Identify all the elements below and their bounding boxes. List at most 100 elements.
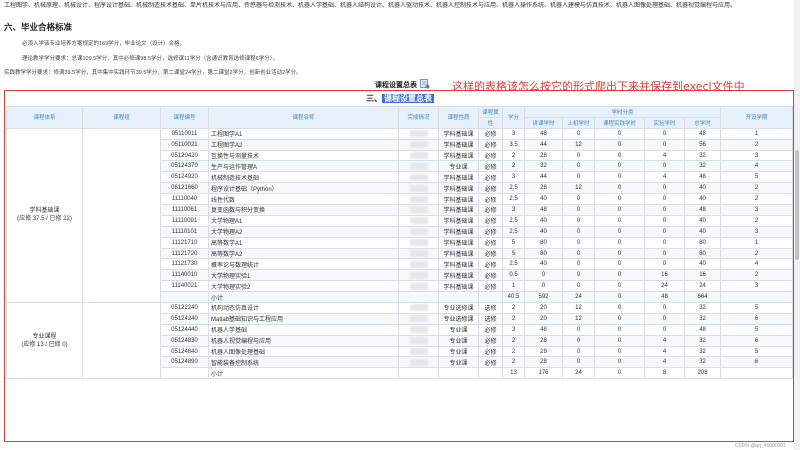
header-module[interactable]: 课程组 (82, 106, 161, 129)
cell-online: 0 (562, 280, 595, 293)
cell-code: 05124440 (160, 323, 209, 336)
cell-nature: 专业课 (438, 334, 479, 347)
cell-completion (398, 323, 439, 336)
cell-credits: 2.5 (502, 182, 525, 195)
group-module-cell (82, 127, 161, 304)
cell-lab: 0 (644, 225, 685, 238)
redacted-mark (409, 315, 428, 323)
cell-nature: 学科基础课 (438, 127, 479, 140)
cell-attr: 必修 (478, 334, 503, 347)
cell-lab: 0 (644, 193, 685, 206)
cell-completion (398, 367, 439, 380)
cell-online: 0 (562, 193, 595, 206)
header-nature[interactable]: 课程性质 (438, 106, 479, 129)
cell-code: 11110091 (160, 214, 209, 227)
cell-lecture: 592 (524, 291, 563, 304)
cell-code: 05124920 (160, 171, 209, 184)
cell-nature: 学科基础课 (438, 138, 479, 151)
cell-name: 复变函数与积分变换 (208, 204, 399, 216)
course-overview-label: 课程设置总表 (375, 82, 417, 89)
cell-lab: 4 (644, 356, 685, 369)
redacted-mark (409, 195, 428, 203)
header-category[interactable]: 课程体系 (6, 106, 83, 129)
scrollbar-thumb[interactable] (795, 150, 799, 260)
header-attr-top[interactable]: 课程属 (478, 106, 503, 118)
cell-attr: 必修 (478, 182, 503, 195)
cell-term: 2 (720, 182, 794, 195)
cell-code: 05124370 (160, 160, 209, 173)
cell-credits: 5 (502, 247, 525, 260)
cell-term: 6 (720, 356, 794, 369)
cell-attr: 必修 (478, 345, 503, 358)
header-total[interactable]: 总学时 (683, 116, 722, 129)
course-table: 课程体系 课程组 课程编号 课程名称 完成情况 课程性质 课程属 学分 学时分类… (6, 106, 794, 380)
requirement-line-3: 实践教学学分要求：修满39.5学分，其中集中实践环节39.5学分，第二课堂24学… (4, 70, 302, 76)
cell-practice: 0 (594, 367, 645, 380)
cell-lecture: 28 (524, 345, 563, 358)
cell-online: 0 (562, 334, 595, 347)
header-credits[interactable]: 学分 (502, 106, 525, 129)
cell-credits: 2 (502, 312, 525, 325)
header-lecture[interactable]: 讲课学时 (524, 116, 563, 129)
cell-code: 11121710 (160, 236, 209, 249)
cell-lecture: 0 (524, 269, 563, 282)
cell-total: 32 (683, 334, 722, 347)
cell-online: 24 (562, 367, 595, 380)
cell-code: 05124840 (160, 345, 209, 358)
cell-nature (438, 367, 479, 380)
cell-completion (398, 171, 439, 184)
cell-name: 小计 (208, 367, 399, 380)
cell-practice: 0 (594, 182, 645, 195)
cell-term: 1 (720, 236, 794, 249)
cell-credits: 3 (502, 171, 525, 184)
course-table-body: 学科基础课 (应修 37.5 / 已修 22) 05110011 工程图学A1 学科基础… (6, 127, 794, 380)
cell-completion (398, 280, 439, 293)
cell-name: 工程图学A1 (208, 127, 399, 140)
header-practice[interactable]: 课程实践学时 (594, 116, 645, 129)
cell-lecture: 44 (524, 138, 563, 151)
header-completion[interactable]: 完成情况 (398, 106, 439, 129)
table-title: 三、 课程设置总表 (366, 93, 434, 104)
cell-name: 大学物理实验2 (208, 280, 399, 293)
header-name[interactable]: 课程名称 (208, 106, 399, 129)
cell-code: 11140021 (160, 280, 209, 293)
group-credits: (应修 37.5 / 已修 22) (17, 216, 72, 223)
header-online[interactable]: 上机学时 (562, 116, 595, 129)
cell-online: 0 (562, 149, 595, 162)
header-lab[interactable]: 实验学时 (644, 116, 685, 129)
cell-nature: 专业选修课 (438, 302, 479, 314)
cell-credits: 2.5 (502, 258, 525, 271)
header-term[interactable]: 开设学期 (720, 106, 794, 129)
group-module-cell (82, 302, 161, 380)
cell-term: 4 (720, 258, 794, 271)
table-export-icon[interactable] (420, 79, 430, 89)
cell-name: Matlab基础知识与工程应用 (208, 312, 399, 325)
cell-lab: 16 (644, 269, 685, 282)
redacted-mark (409, 162, 428, 170)
cell-credits: 3 (502, 323, 525, 336)
cell-online: 0 (562, 258, 595, 271)
cell-completion (398, 204, 439, 216)
cell-credits: 0.5 (502, 269, 525, 282)
cell-nature: 学科基础课 (438, 225, 479, 238)
cell-nature: 学科基础课 (438, 149, 479, 162)
cell-lecture: 176 (524, 367, 563, 380)
redacted-mark (409, 249, 428, 257)
cell-online: 0 (562, 160, 595, 173)
header-code[interactable]: 课程编号 (160, 106, 209, 129)
cell-credits: 3 (502, 127, 525, 140)
header-attr-bottom[interactable]: 性 (478, 116, 503, 129)
cell-lab: 0 (644, 312, 685, 325)
redacted-mark (409, 326, 428, 334)
cell-nature: 学科基础课 (438, 280, 479, 293)
cell-attr: 必修 (478, 160, 503, 173)
cell-completion (398, 291, 439, 304)
cell-lab: 0 (644, 258, 685, 271)
cell-completion (398, 160, 439, 173)
cell-attr: 必修 (478, 258, 503, 271)
cell-code: 11140010 (160, 269, 209, 282)
cell-total: 40 (683, 182, 722, 195)
cell-total: 40 (683, 214, 722, 227)
cell-nature: 学科基础课 (438, 247, 479, 260)
page-scrollbar[interactable] (794, 0, 800, 450)
